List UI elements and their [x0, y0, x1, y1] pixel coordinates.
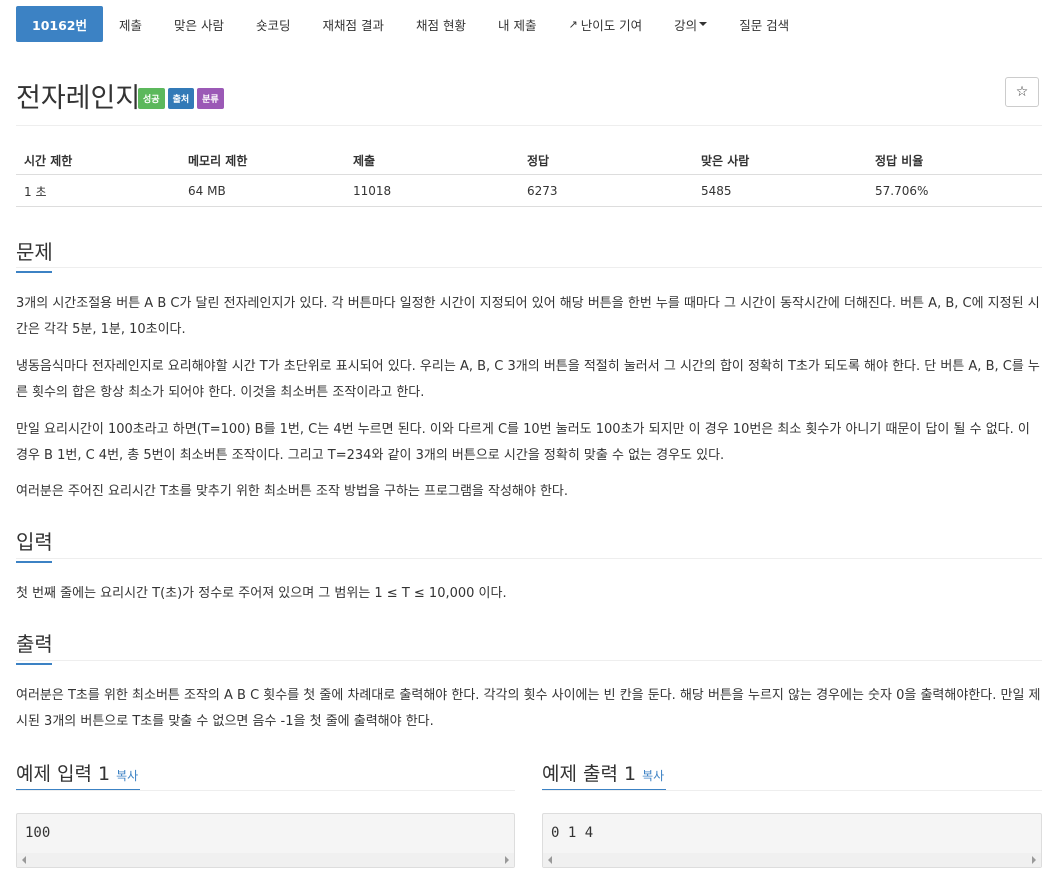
- tab-label: 난이도 기여: [580, 17, 643, 33]
- scroll-right-arrow-icon[interactable]: [1032, 856, 1036, 864]
- value-submissions: 11018: [353, 184, 392, 198]
- caret-down-icon: [699, 22, 708, 26]
- page-title: 전자레인지: [16, 83, 141, 114]
- sample-output-box[interactable]: 0 1 4: [542, 813, 1042, 868]
- scroll-left-arrow-icon[interactable]: [548, 856, 552, 864]
- heading-underline: [16, 271, 52, 273]
- heading-text: 예제 입력 1: [16, 763, 111, 785]
- section-heading-input: 입력: [16, 526, 53, 563]
- tab-difficulty-contribution[interactable]: ↗ 난이도 기여: [552, 6, 658, 42]
- horizontal-scrollbar[interactable]: [17, 853, 514, 867]
- copy-sample-output-button[interactable]: 복사: [642, 769, 664, 783]
- tab-accepted-users[interactable]: 맞은 사람: [158, 6, 240, 42]
- tab-label: 강의: [674, 17, 698, 33]
- heading-underline: [16, 561, 52, 563]
- star-icon: ☆: [1015, 84, 1029, 100]
- section-heading-problem: 문제: [16, 236, 53, 273]
- header-memory-limit: 메모리 제한: [188, 153, 248, 168]
- problem-paragraph: 만일 요리시간이 100초라고 하면(T=100) B를 1번, C는 4번 누…: [16, 422, 1030, 463]
- divider: [16, 558, 1042, 559]
- tab-problem-number[interactable]: 10162번: [16, 6, 103, 42]
- heading-text: 입력: [16, 530, 53, 554]
- value-time-limit: 1 초: [24, 184, 47, 199]
- header-accept-ratio: 정답 비율: [875, 153, 924, 168]
- divider: [542, 790, 1042, 791]
- value-memory-limit: 64 MB: [188, 184, 226, 198]
- header-submissions: 제출: [353, 153, 376, 168]
- heading-text: 출력: [16, 632, 53, 656]
- favorite-button[interactable]: ☆: [1005, 77, 1039, 107]
- horizontal-scrollbar[interactable]: [543, 853, 1041, 867]
- tab-label: 맞은 사람: [174, 17, 224, 33]
- problem-page: 10162번 제출 맞은 사람 숏코딩 재채점 결과 채점 현황 내 제출 ↗ 난…: [0, 0, 1063, 879]
- tab-status[interactable]: 채점 현황: [400, 6, 482, 42]
- problem-labels: 성공 출처 분류: [138, 88, 224, 109]
- sample-output-heading: 예제 출력 1 복사: [542, 759, 664, 786]
- section-heading-output: 출력: [16, 628, 53, 665]
- problem-paragraph: 여러분은 주어진 요리시간 T초를 맞추기 위한 최소버튼 조작 방법을 구하는…: [16, 484, 569, 499]
- value-accepted-users: 5485: [701, 184, 732, 198]
- tab-submit[interactable]: 제출: [103, 6, 158, 42]
- sample-input-box[interactable]: 100: [16, 813, 515, 868]
- divider: [16, 790, 515, 791]
- heading-text: 문제: [16, 240, 53, 264]
- problem-nav-tabs: 10162번 제출 맞은 사람 숏코딩 재채점 결과 채점 현황 내 제출 ↗ 난…: [16, 6, 805, 42]
- tab-label: 숏코딩: [256, 17, 291, 33]
- external-link-icon: ↗: [568, 17, 578, 31]
- tab-label: 채점 현황: [416, 17, 466, 33]
- heading-underline: [16, 663, 52, 665]
- sample-input-heading: 예제 입력 1 복사: [16, 759, 138, 786]
- problem-paragraph: 3개의 시간조절용 버튼 A B C가 달린 전자레인지가 있다. 각 버튼마다…: [16, 296, 1040, 337]
- sample-output-code: 0 1 4: [551, 825, 594, 841]
- sample-input-code: 100: [25, 825, 51, 841]
- tab-short-coding[interactable]: 숏코딩: [240, 6, 307, 42]
- label-category[interactable]: 분류: [197, 88, 224, 109]
- tab-question-search[interactable]: 질문 검색: [723, 6, 805, 42]
- output-description: 여러분은 T초를 위한 최소버튼 조작의 A B C 횟수를 첫 줄에 차례대로…: [16, 688, 1041, 729]
- tab-label: 10162번: [32, 17, 87, 33]
- header-accepted: 정답: [527, 153, 550, 168]
- tab-label: 내 제출: [497, 17, 537, 33]
- tab-label: 질문 검색: [739, 17, 790, 33]
- tab-my-submissions[interactable]: 내 제출: [482, 6, 552, 42]
- table-row: 1 초 64 MB 11018 6273 5485 57.706%: [16, 175, 1042, 207]
- scroll-right-arrow-icon[interactable]: [505, 856, 509, 864]
- divider: [16, 267, 1042, 268]
- problem-paragraph: 냉동음식마다 전자레인지로 요리해야할 시간 T가 초단위로 표시되어 있다. …: [16, 359, 1040, 400]
- label-source[interactable]: 출처: [167, 88, 195, 109]
- scroll-left-arrow-icon[interactable]: [22, 856, 26, 864]
- divider: [16, 125, 1042, 126]
- header-accepted-users: 맞은 사람: [701, 153, 750, 168]
- tab-lectures-dropdown[interactable]: 강의: [658, 6, 723, 42]
- value-accept-ratio: 57.706%: [875, 184, 929, 198]
- divider: [16, 660, 1042, 661]
- heading-text: 예제 출력 1: [542, 763, 637, 785]
- value-accepted: 6273: [527, 184, 558, 198]
- input-description: 첫 번째 줄에는 요리시간 T(초)가 정수로 주어져 있으며 그 범위는 1 …: [16, 586, 507, 601]
- tab-rejudge-results[interactable]: 재채점 결과: [307, 6, 400, 42]
- problem-info-table: 시간 제한 메모리 제한 제출 정답 맞은 사람 정답 비율 1 초 64 MB…: [16, 146, 1042, 207]
- tab-label: 제출: [119, 17, 143, 33]
- label-success[interactable]: 성공: [138, 88, 165, 109]
- header-time-limit: 시간 제한: [24, 153, 73, 168]
- tab-label: 재채점 결과: [322, 17, 384, 33]
- divider: [16, 206, 1042, 207]
- table-header-row: 시간 제한 메모리 제한 제출 정답 맞은 사람 정답 비율: [16, 146, 1042, 175]
- copy-sample-input-button[interactable]: 복사: [116, 769, 138, 783]
